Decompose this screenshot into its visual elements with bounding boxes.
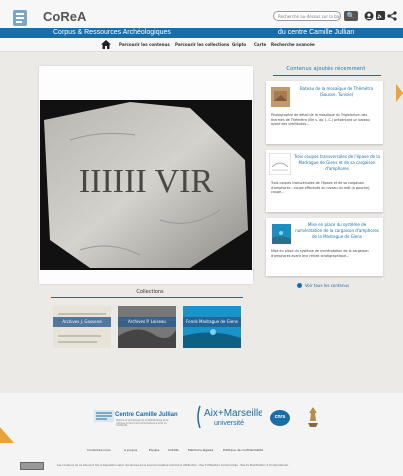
search-input[interactable]: Recherche au-dessus sur la base xyxy=(273,11,341,21)
collection-card[interactable]: Archives J. Gassend xyxy=(53,306,111,348)
collection-label[interactable]: Fonds Madrague de Giens xyxy=(183,317,241,327)
recent-rule xyxy=(273,75,381,76)
nav-item-contenus[interactable]: Parcourir les contenus xyxy=(119,41,170,48)
recent-thumb-mosaic[interactable] xyxy=(271,87,290,107)
footer-link-privacy[interactable]: Politique de confidentialité xyxy=(223,448,263,453)
recent-thumb-drawing[interactable] xyxy=(269,153,291,175)
footer-link-contact[interactable]: Contactez-nous xyxy=(87,448,110,453)
collections-title: Collections xyxy=(136,289,164,295)
nav-item-recherche[interactable]: Recherche avancée xyxy=(271,41,315,48)
rss-icon[interactable] xyxy=(376,11,385,20)
footer-link-about[interactable]: À propos xyxy=(124,448,137,453)
ccj-logo-subtext: Histoire et archéologie de la Méditerran… xyxy=(116,419,169,428)
header-subtitle-left: Corpus & Ressources Archéologiques xyxy=(53,29,171,36)
collection-thumb-madrague xyxy=(183,306,241,348)
side-arrow-icon xyxy=(396,84,403,102)
collection-thumb-loiseau xyxy=(118,306,176,348)
share-icon[interactable] xyxy=(387,11,397,21)
ccj-logo-icon[interactable] xyxy=(93,409,115,423)
corner-arrow-icon xyxy=(0,427,14,443)
site-brand[interactable]: CoReA xyxy=(43,9,86,24)
recent-item-text: Photographie de détail de la mosaïque du… xyxy=(271,113,370,127)
see-all-icon[interactable] xyxy=(297,283,302,288)
collection-label[interactable]: Archives J. Gassend xyxy=(53,317,111,327)
collection-card[interactable]: Archives P. Loiseau xyxy=(118,306,176,348)
recent-item[interactable]: Mise en place du système de numérotation… xyxy=(266,218,383,276)
nav-item-carte[interactable]: Carte xyxy=(254,41,266,48)
nav-item-gripto[interactable]: Gripto xyxy=(232,41,246,48)
recent-item-title[interactable]: Bateau de la mosaïque de Thémétra (Souss… xyxy=(294,86,379,98)
recent-thumb-underwater[interactable] xyxy=(272,224,291,244)
svg-text:Aix+Marseille: Aix+Marseille xyxy=(204,408,262,419)
footer-link-legal[interactable]: Mentions légales xyxy=(188,448,213,453)
recent-item-text: Trois coupes transversales de l'épave et… xyxy=(271,181,371,195)
corea-logo-icon[interactable] xyxy=(11,8,29,28)
nav-item-collections[interactable]: Parcourir les collections xyxy=(175,41,229,48)
header-subtitle-right: du centre Camille Jullian xyxy=(278,29,355,36)
collection-label[interactable]: Archives P. Loiseau xyxy=(118,317,176,327)
ccj-logo-text[interactable]: Centre Camille Jullian xyxy=(115,411,178,419)
amu-logo[interactable]: Aix+Marseille université xyxy=(196,404,262,430)
recent-item[interactable]: Bateau de la mosaïque de Thémétra (Souss… xyxy=(266,81,383,144)
license-text: Les contenus de ce site sont mis à dispo… xyxy=(57,464,289,467)
footer-link-credits[interactable]: Crédits xyxy=(168,448,179,453)
mmsh-logo[interactable] xyxy=(304,405,322,429)
home-icon[interactable] xyxy=(101,40,111,49)
collection-thumb-gassend xyxy=(53,306,111,348)
cc-license-badge[interactable] xyxy=(20,462,44,470)
collection-card[interactable]: Fonds Madrague de Giens xyxy=(183,306,241,348)
inscription-stone-image[interactable]: IIIIII VIR xyxy=(40,100,252,270)
recent-title: Contenus ajoutés récemment xyxy=(286,66,366,72)
user-icon[interactable] xyxy=(364,11,374,21)
see-all-link[interactable]: Voir tous les contenus xyxy=(305,283,349,289)
recent-item-title[interactable]: Mise en place du système de numérotation… xyxy=(294,222,380,240)
footer-link-team[interactable]: Équipe xyxy=(149,448,159,453)
collections-rule xyxy=(51,297,243,298)
recent-item-title[interactable]: Trois coupes transversales de l'épave de… xyxy=(294,154,380,172)
cnrs-logo-text: cnrs xyxy=(274,414,286,420)
inscription-text: IIIIII VIR xyxy=(79,163,214,200)
search-button[interactable]: 🔍 xyxy=(344,11,358,21)
recent-item-text: Mise en place du système de numérotation… xyxy=(271,249,369,258)
svg-text:université: université xyxy=(214,420,244,427)
recent-item[interactable]: Trois coupes transversales de l'épave de… xyxy=(266,150,383,212)
